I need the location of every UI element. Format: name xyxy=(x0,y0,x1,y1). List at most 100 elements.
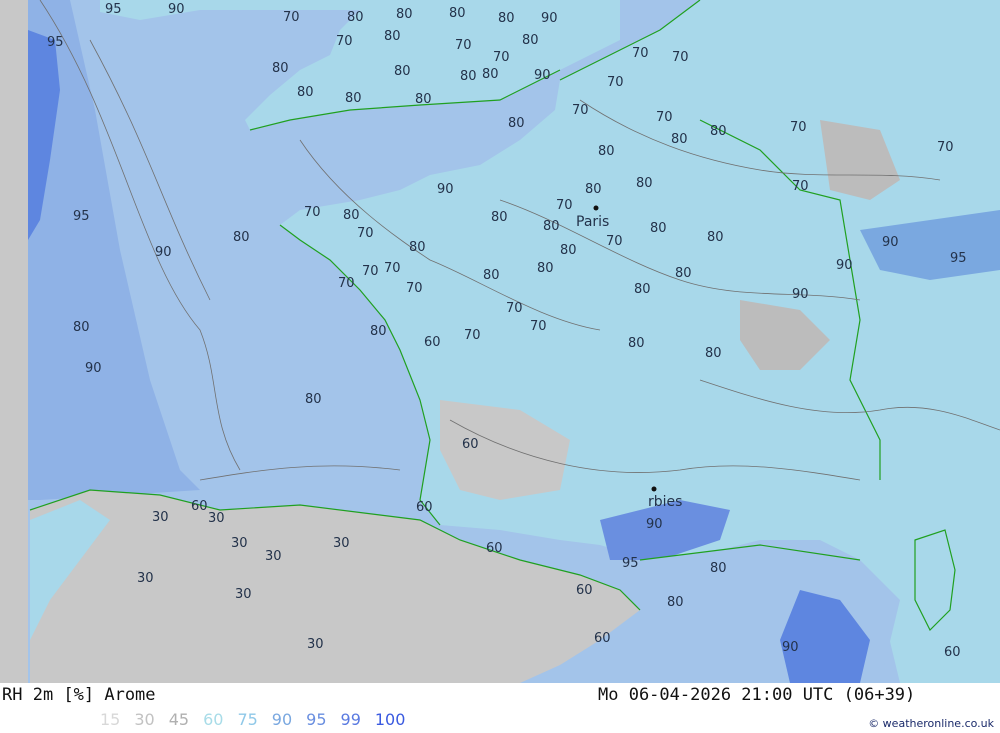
contour-label: 80 xyxy=(347,10,364,25)
legend-value: 95 xyxy=(306,710,327,729)
contour-label: 95 xyxy=(105,2,122,17)
contour-label: 90 xyxy=(646,517,663,532)
credit-link[interactable]: © weatheronline.co.uk xyxy=(868,717,994,730)
city-dot xyxy=(593,205,599,211)
contour-label: 70 xyxy=(506,301,523,316)
contour-label: 80 xyxy=(394,64,411,79)
city-label: rbies xyxy=(648,494,682,510)
contour-label: 80 xyxy=(671,132,688,147)
contour-label: 70 xyxy=(530,319,547,334)
map-frame: 95 90 70 80 80 80 80 90 95 70 80 80 70 8… xyxy=(0,0,1000,733)
contour-label: 80 xyxy=(650,221,667,236)
color-legend: 15 30 45 60 75 90 95 99 100 xyxy=(100,710,419,729)
legend-value: 15 xyxy=(100,710,121,729)
contour-label: 90 xyxy=(882,235,899,250)
contour-label: 80 xyxy=(522,33,539,48)
contour-label: 90 xyxy=(437,182,454,197)
contour-label: 80 xyxy=(460,69,477,84)
contour-label: 80 xyxy=(634,282,651,297)
contour-label: 70 xyxy=(937,140,954,155)
contour-label: 70 xyxy=(632,46,649,61)
contour-label: 70 xyxy=(607,75,624,90)
contour-label: 80 xyxy=(343,208,360,223)
contour-label: 30 xyxy=(333,536,350,551)
contour-label: 70 xyxy=(338,276,355,291)
contour-label: 60 xyxy=(416,500,433,515)
contour-label: 80 xyxy=(628,336,645,351)
contour-label: 80 xyxy=(537,261,554,276)
contour-label: 90 xyxy=(534,68,551,83)
contour-label: 80 xyxy=(636,176,653,191)
contour-label: 30 xyxy=(235,587,252,602)
contour-label: 80 xyxy=(710,124,727,139)
contour-label: 60 xyxy=(191,499,208,514)
contour-label: 80 xyxy=(543,219,560,234)
contour-label: 80 xyxy=(508,116,525,131)
contour-label: 60 xyxy=(944,645,961,660)
contour-label: 30 xyxy=(307,637,324,652)
contour-label: 80 xyxy=(560,243,577,258)
contour-label: 70 xyxy=(672,50,689,65)
legend-value: 30 xyxy=(134,710,155,729)
contour-label: 70 xyxy=(792,179,809,194)
contour-label: 70 xyxy=(304,205,321,220)
contour-label: 90 xyxy=(782,640,799,655)
contour-label: 95 xyxy=(73,209,90,224)
contour-label: 80 xyxy=(370,324,387,339)
contour-label: 70 xyxy=(362,264,379,279)
contour-label: 80 xyxy=(449,6,466,21)
contour-label: 70 xyxy=(406,281,423,296)
contour-label: 30 xyxy=(208,511,225,526)
contour-label: 60 xyxy=(424,335,441,350)
contour-label: 80 xyxy=(396,7,413,22)
contour-label: 60 xyxy=(486,541,503,556)
contour-label: 80 xyxy=(675,266,692,281)
contour-label: 70 xyxy=(384,261,401,276)
contour-label: 90 xyxy=(792,287,809,302)
legend-value: 45 xyxy=(168,710,190,729)
contour-label: 90 xyxy=(85,361,102,376)
contour-label: 70 xyxy=(455,38,472,53)
contour-label: 70 xyxy=(606,234,623,249)
city-dot xyxy=(651,486,657,492)
contour-label: 30 xyxy=(152,510,169,525)
contour-label: 90 xyxy=(541,11,558,26)
contour-label: 80 xyxy=(272,61,289,76)
contour-label: 95 xyxy=(47,35,64,50)
contour-label: 90 xyxy=(836,258,853,273)
contour-label: 95 xyxy=(950,251,967,266)
contour-label: 80 xyxy=(491,210,508,225)
contour-label: 80 xyxy=(705,346,722,361)
contour-label: 80 xyxy=(498,11,515,26)
contour-label: 70 xyxy=(572,103,589,118)
legend-value: 60 xyxy=(203,710,224,729)
contour-label: 95 xyxy=(622,556,639,571)
legend-value: 100 xyxy=(374,710,406,729)
contour-label: 80 xyxy=(305,392,322,407)
contour-label: 70 xyxy=(556,198,573,213)
contour-label: 70 xyxy=(283,10,300,25)
legend-value: 90 xyxy=(271,710,293,729)
contour-label: 70 xyxy=(790,120,807,135)
contour-label: 80 xyxy=(598,144,615,159)
contour-label: 80 xyxy=(710,561,727,576)
contour-label: 70 xyxy=(336,34,353,49)
map-title: RH 2m [%] Arome xyxy=(2,685,156,705)
contour-label: 60 xyxy=(462,437,479,452)
contour-label: 80 xyxy=(233,230,250,245)
no-data-strip xyxy=(0,0,28,683)
contour-label: 80 xyxy=(483,268,500,283)
contour-label: 30 xyxy=(137,571,154,586)
contour-label: 80 xyxy=(667,595,684,610)
contour-label: 80 xyxy=(415,92,432,107)
contour-label: 80 xyxy=(297,85,314,100)
city-label: Paris xyxy=(576,214,609,230)
contour-label: 80 xyxy=(73,320,90,335)
contour-label: 70 xyxy=(493,50,510,65)
contour-label: 80 xyxy=(409,240,426,255)
contour-label: 80 xyxy=(707,230,724,245)
contour-label: 90 xyxy=(155,245,172,260)
legend-value: 99 xyxy=(340,710,361,729)
contour-label: 30 xyxy=(265,549,282,564)
contour-label: 80 xyxy=(585,182,602,197)
